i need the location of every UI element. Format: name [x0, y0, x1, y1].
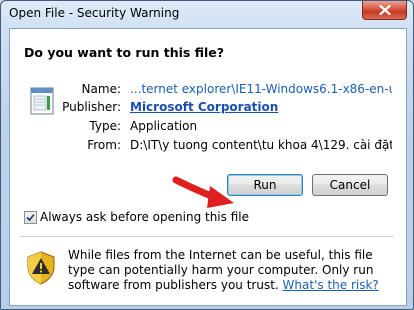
close-button[interactable]	[362, 1, 407, 20]
type-row: Type: Application	[24, 119, 394, 137]
warning-message: While files from the Internet can be use…	[68, 248, 388, 293]
security-shield-icon	[27, 251, 55, 285]
from-row: From: D:\IT\y tuong content\tu khoa 4\12…	[24, 138, 394, 156]
always-ask-label[interactable]: Always ask before opening this file	[40, 210, 249, 224]
whats-the-risk-link[interactable]: What's the risk?	[283, 278, 379, 292]
publisher-link[interactable]: Microsoft Corporation	[130, 100, 392, 114]
title-bar[interactable]: Open File - Security Warning	[1, 1, 413, 27]
run-button[interactable]: Run	[227, 174, 303, 196]
from-label: From:	[87, 138, 121, 152]
window-title: Open File - Security Warning	[9, 6, 180, 20]
name-label: Name:	[81, 82, 121, 96]
publisher-label: Publisher:	[62, 100, 121, 114]
name-row: Name: ...ternet explorer\IE11-Windows6.1…	[24, 82, 394, 100]
from-value: D:\IT\y tuong content\tu khoa 4\129. cài…	[130, 138, 392, 152]
dialog-heading: Do you want to run this file?	[24, 45, 224, 60]
dialog-body: Do you want to run this file? Name: ...t…	[9, 28, 407, 306]
checkmark-icon	[26, 213, 35, 222]
cancel-button[interactable]: Cancel	[312, 174, 388, 196]
always-ask-checkbox[interactable]	[24, 211, 37, 224]
publisher-row: Publisher: Microsoft Corporation	[24, 100, 394, 118]
type-value: Application	[130, 119, 198, 133]
security-warning-dialog: Open File - Security Warning Do you want…	[0, 0, 414, 310]
close-icon	[378, 5, 391, 15]
file-name-value: ...ternet explorer\IE11-Windows6.1-x86-e…	[130, 82, 392, 96]
divider	[20, 236, 394, 237]
type-label: Type:	[89, 119, 121, 133]
